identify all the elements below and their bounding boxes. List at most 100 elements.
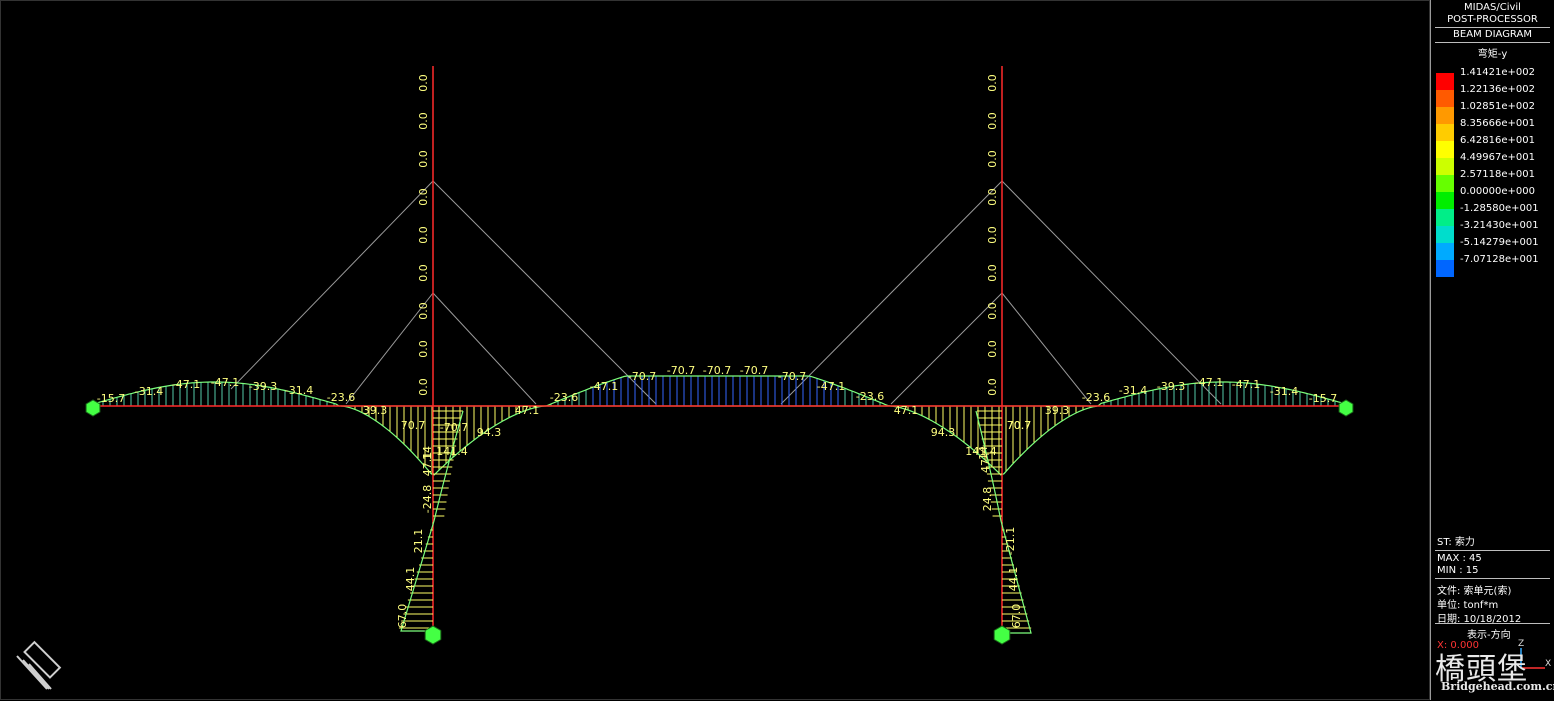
deck-moment-label: 70.7 (401, 419, 426, 432)
scale-swatch (1436, 175, 1454, 192)
tower-moment-label: 0.0 (986, 74, 999, 92)
legend-panel: MIDAS/Civil POST-PROCESSOR BEAM DIAGRAM … (1430, 0, 1554, 700)
axis-x-label: X (1545, 659, 1551, 669)
deck-moment-label: -23.6 (1082, 391, 1110, 404)
deck-moment-label: -39.3 (249, 380, 277, 393)
deck-moment-label: 141.4 (436, 445, 468, 458)
pier-moment-label: 44.1 (1007, 567, 1020, 592)
deck-moment-label: 39.3 (363, 404, 388, 417)
deck-moment-label: -70.7 (778, 370, 806, 383)
tower-moment-label: 0.0 (986, 264, 999, 282)
deck-moment-label: -70.7 (703, 364, 731, 377)
stay-cable (230, 180, 434, 390)
deck-moment-label: -15.7 (1309, 392, 1337, 405)
tower-moment-label: 0.0 (417, 378, 430, 396)
tower-moment-label: 0.0 (417, 302, 430, 320)
deck-moment-label: -70.7 (440, 421, 468, 434)
scale-label: 0.00000e+000 (1460, 186, 1535, 197)
tower-moment-label: 0.0 (417, 74, 430, 92)
scale-label: -5.14279e+001 (1460, 237, 1539, 248)
tower-moment-label: 0.0 (986, 378, 999, 396)
deck-moment-label: -47.1 (1232, 378, 1260, 391)
unit-label: 单位: tonf*m (1437, 600, 1499, 611)
deck-moment-label: -31.4 (1270, 385, 1298, 398)
watermark-url: Bridgehead.com.cn (1441, 680, 1554, 693)
pier-moment-label: 44.1 (404, 567, 417, 592)
deck-moment-label: -23.6 (327, 391, 355, 404)
deck-moment-label: -31.4 (285, 384, 313, 397)
file-label: 文件: 索单元(索) (1437, 586, 1512, 597)
scale-swatch (1436, 192, 1454, 209)
tower-moment-label: 0.0 (417, 226, 430, 244)
scale-swatch (1436, 158, 1454, 175)
support-node-pier-right (993, 625, 1011, 645)
deck-moment-label: -70.7 (740, 364, 768, 377)
model-viewport[interactable]: 0.0 0.0 0.0 0.0 0.0 0.0 0.0 0.0 0.0 0.0 0.0 0.0 0.0 0… (0, 0, 1430, 700)
stay-cable (432, 180, 657, 405)
scale-label: -3.21430e+001 (1460, 220, 1539, 231)
tower-moment-label: 0.0 (417, 150, 430, 168)
deck-moment-label: -47.1 (1195, 376, 1223, 389)
deck-moment-label: -31.4 (1119, 384, 1147, 397)
scale-label: 4.49967e+001 (1460, 152, 1535, 163)
deck-moment-label: -47.1 (172, 378, 200, 391)
support-node-right-abutment (1338, 399, 1354, 417)
deck-moment-label: -15.7 (97, 392, 125, 405)
stay-cable (432, 292, 537, 405)
scale-label: -1.28580e+001 (1460, 203, 1539, 214)
tower-moment-label: 0.0 (417, 340, 430, 358)
deck-moment-label: -70.7 (667, 364, 695, 377)
deck-moment-label: -31.4 (135, 385, 163, 398)
legend-subtitle: BEAM DIAGRAM (1453, 29, 1532, 40)
pier-moment-label: -24.8 (421, 485, 434, 513)
scale-swatch (1436, 141, 1454, 158)
scale-label: 8.35666e+001 (1460, 118, 1535, 129)
scale-swatch (1436, 107, 1454, 124)
deck-moment-label: 70.7 (1007, 419, 1032, 432)
tower-moment-label: 0.0 (986, 340, 999, 358)
deck-moment-label: -47.1 (211, 376, 239, 389)
deck-moment-label: 47.1 (894, 404, 919, 417)
scale-swatch (1436, 226, 1454, 243)
scale-swatch (1436, 73, 1454, 90)
st-label: ST: 索力 (1437, 537, 1475, 548)
scale-label: 1.02851e+002 (1460, 101, 1535, 112)
scale-label: 1.22136e+002 (1460, 84, 1535, 95)
tower-moment-label: 0.0 (986, 112, 999, 130)
deck-moment-label: -47.1 (590, 380, 618, 393)
tower-moment-label: 0.0 (417, 188, 430, 206)
tower-moment-label: 0.0 (986, 226, 999, 244)
scale-swatch (1436, 209, 1454, 226)
scale-label: 6.42816e+001 (1460, 135, 1535, 146)
legend-title-1: MIDAS/Civil (1464, 2, 1521, 13)
scale-label: 2.57118e+001 (1460, 169, 1535, 180)
deck-moment-label: 94.3 (477, 426, 502, 439)
pier-moment-label: 47 (979, 459, 992, 473)
pier-moment-label: 14 (421, 446, 434, 460)
stay-cable (1001, 180, 1222, 405)
deck-moment-label: -23.6 (856, 390, 884, 403)
legend-component: 弯矩-y (1477, 49, 1508, 60)
deck-moment-label: -23.6 (550, 391, 578, 404)
view-rotate-icon[interactable] (16, 640, 62, 690)
deck-moment-label: -70.7 (628, 370, 656, 383)
stay-cable (780, 180, 1003, 405)
tower-moment-label: 0.0 (986, 188, 999, 206)
pier-moment-label: 14 (977, 446, 990, 460)
tower-moment-label: 0.0 (417, 112, 430, 130)
deck-moment-label: -47.1 (817, 380, 845, 393)
pier-moment-label: -21.1 (1004, 527, 1017, 555)
scale-label: 1.41421e+002 (1460, 67, 1535, 78)
scale-swatch (1436, 90, 1454, 107)
scale-swatch (1436, 243, 1454, 260)
min-label: MIN : 15 (1437, 565, 1479, 576)
pier-moment-label: 67.0 (1010, 604, 1023, 629)
pier-moment-label: 67.0 (396, 604, 409, 629)
scale-swatch (1436, 124, 1454, 141)
pier-moment-label: 24.8 (981, 487, 994, 512)
tower-moment-label: 0.0 (986, 150, 999, 168)
beam-diagram-canvas[interactable]: 0.0 0.0 0.0 0.0 0.0 0.0 0.0 0.0 0.0 0.0 0.0 0.0 0.0 0… (1, 1, 1431, 701)
pier-moment-label: 21.1 (412, 529, 425, 554)
legend-title-2: POST-PROCESSOR (1447, 14, 1538, 25)
deck-moment-label: -39.3 (1157, 380, 1185, 393)
